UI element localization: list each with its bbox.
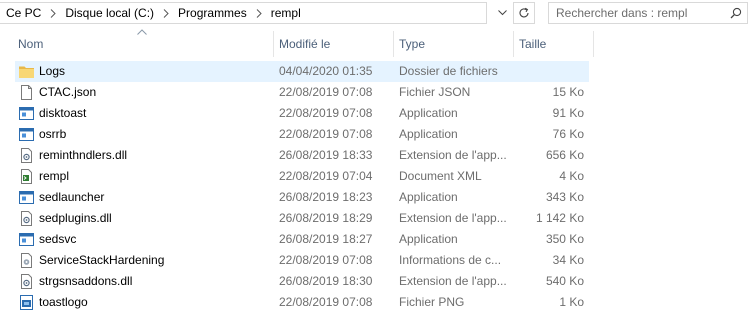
settings-file-icon (18, 252, 35, 269)
file-row[interactable]: ServiceStackHardening 22/08/2019 07:08 I… (15, 250, 589, 271)
file-icon (18, 84, 35, 101)
file-size: 91 Ko (552, 106, 584, 120)
file-name: sedplugins.dll (39, 211, 112, 225)
file-name: ServiceStackHardening (39, 253, 165, 267)
file-date: 22/08/2019 07:04 (279, 169, 373, 183)
file-row[interactable]: reminthndlers.dll 26/08/2019 18:33 Exten… (15, 145, 589, 166)
search-icon[interactable] (730, 7, 742, 19)
file-name: rempl (39, 169, 70, 183)
xml-icon (18, 168, 35, 185)
application-icon (18, 126, 35, 143)
column-header-size[interactable]: Taille (519, 31, 546, 57)
file-name: Logs (39, 64, 66, 78)
column-divider[interactable] (513, 31, 514, 57)
chevron-right-icon[interactable] (250, 3, 268, 23)
breadcrumb-item-ce-pc[interactable]: Ce PC (0, 6, 44, 20)
file-date: 22/08/2019 07:08 (279, 253, 373, 267)
file-row[interactable]: osrrb 22/08/2019 07:08 Application 76 Ko (15, 124, 589, 145)
file-date: 26/08/2019 18:30 (279, 274, 373, 288)
refresh-icon (519, 7, 529, 18)
file-date: 22/08/2019 07:08 (279, 127, 373, 141)
application-icon (18, 189, 35, 206)
file-size: 1 142 Ko (535, 211, 584, 225)
file-row[interactable]: disktoast 22/08/2019 07:08 Application 9… (15, 103, 589, 124)
image-file-icon (18, 294, 35, 311)
chevron-right-icon[interactable] (157, 3, 175, 23)
file-row[interactable]: sedlauncher 26/08/2019 18:23 Application… (15, 187, 589, 208)
folder-icon (18, 63, 35, 80)
dll-icon (18, 147, 35, 164)
file-size: 15 Ko (552, 85, 584, 99)
file-row[interactable]: sedsvc 26/08/2019 18:27 Application 350 … (15, 229, 589, 250)
breadcrumb[interactable]: Ce PC Disque local (C:) Programmes rempl (0, 2, 487, 24)
application-icon (18, 105, 35, 122)
column-divider[interactable] (593, 31, 594, 57)
file-size: 1 Ko (559, 295, 584, 309)
file-date: 22/08/2019 07:08 (279, 85, 373, 99)
file-type: Application (399, 190, 458, 204)
file-size: 4 Ko (559, 169, 584, 183)
column-header-type[interactable]: Type (399, 31, 425, 57)
search-box[interactable] (548, 2, 748, 24)
file-type: Application (399, 127, 458, 141)
column-header-name[interactable]: Nom (18, 31, 43, 57)
file-date: 22/08/2019 07:08 (279, 295, 373, 309)
chevron-down-icon (497, 10, 507, 16)
file-row[interactable]: Logs 04/04/2020 01:35 Dossier de fichier… (15, 61, 589, 82)
column-divider[interactable] (393, 31, 394, 57)
column-header-date[interactable]: Modifié le (279, 31, 330, 57)
file-type: Document XML (399, 169, 482, 183)
file-row[interactable]: CTAC.json 22/08/2019 07:08 Fichier JSON … (15, 82, 589, 103)
file-size: 350 Ko (545, 232, 584, 246)
file-name: CTAC.json (39, 85, 97, 99)
file-row[interactable]: toastlogo 22/08/2019 07:08 Fichier PNG 1… (15, 292, 589, 313)
file-type: Dossier de fichiers (399, 64, 498, 78)
file-name: reminthndlers.dll (39, 148, 128, 162)
file-name: strgsnsaddons.dll (39, 274, 133, 288)
search-input[interactable] (549, 3, 719, 23)
file-size: 656 Ko (545, 148, 584, 162)
file-name: disktoast (39, 106, 87, 120)
file-type: Fichier JSON (399, 85, 471, 99)
file-row[interactable]: strgsnsaddons.dll 26/08/2019 18:30 Exten… (15, 271, 589, 292)
file-size: 34 Ko (552, 253, 584, 267)
file-date: 26/08/2019 18:27 (279, 232, 373, 246)
file-type: Informations de c... (399, 253, 502, 267)
sort-up-icon (137, 29, 147, 35)
file-name: osrrb (39, 127, 67, 141)
file-size: 76 Ko (552, 127, 584, 141)
breadcrumb-item-disque-local[interactable]: Disque local (C:) (62, 6, 157, 20)
file-size (509, 61, 584, 82)
file-date: 04/04/2020 01:35 (279, 64, 373, 78)
file-size: 540 Ko (545, 274, 584, 288)
file-type: Extension de l'app... (399, 274, 507, 288)
file-type: Fichier PNG (399, 295, 465, 309)
application-icon (18, 231, 35, 248)
file-type: Extension de l'app... (399, 211, 507, 225)
chevron-right-icon[interactable] (44, 3, 62, 23)
refresh-button[interactable] (513, 2, 535, 24)
dll-icon (18, 273, 35, 290)
address-bar: Ce PC Disque local (C:) Programmes rempl (0, 0, 751, 27)
column-divider[interactable] (273, 31, 274, 57)
file-row[interactable]: rempl 22/08/2019 07:04 Document XML 4 Ko (15, 166, 589, 187)
file-date: 26/08/2019 18:23 (279, 190, 373, 204)
breadcrumb-item-programmes[interactable]: Programmes (175, 6, 250, 20)
file-date: 22/08/2019 07:08 (279, 106, 373, 120)
file-name: sedlauncher (39, 190, 105, 204)
breadcrumb-item-rempl[interactable]: rempl (268, 6, 304, 20)
file-type: Extension de l'app... (399, 148, 507, 162)
address-history-button[interactable] (493, 3, 511, 23)
file-type: Application (399, 232, 458, 246)
file-date: 26/08/2019 18:29 (279, 211, 373, 225)
file-name: sedsvc (39, 232, 77, 246)
dll-icon (18, 210, 35, 227)
file-date: 26/08/2019 18:33 (279, 148, 373, 162)
file-name: toastlogo (39, 295, 88, 309)
file-row[interactable]: sedplugins.dll 26/08/2019 18:29 Extensio… (15, 208, 589, 229)
file-size: 343 Ko (545, 190, 584, 204)
file-type: Application (399, 106, 458, 120)
